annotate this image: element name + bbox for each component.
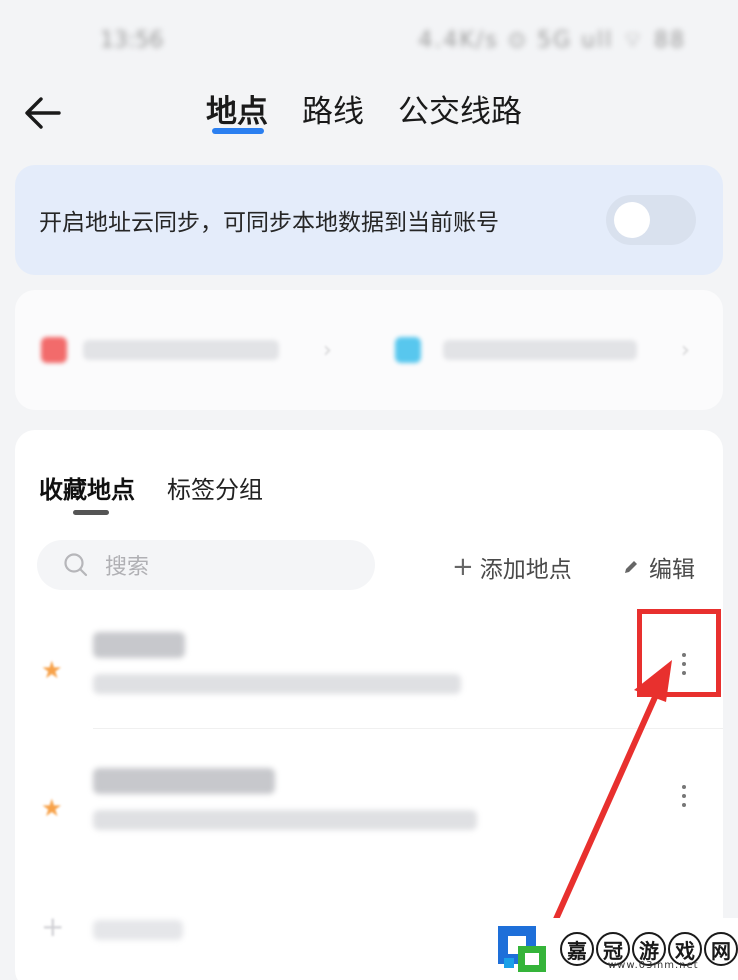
chevron-right-icon: › — [681, 337, 690, 363]
watermark: 嘉 冠 游 戏 网 www.03mm.net — [490, 918, 738, 980]
home-address-blurred — [83, 340, 279, 360]
status-icons: 4.4K/s ⊙ 5G ull ⌔ 88 — [418, 28, 686, 53]
subtab-tag-groups[interactable]: 标签分组 — [167, 470, 263, 505]
home-shortcut[interactable]: › — [41, 334, 332, 366]
favorite-item[interactable]: ★ — [15, 610, 723, 730]
cloud-sync-toggle[interactable] — [606, 195, 696, 245]
add-place-button[interactable]: + 添加地点 — [452, 550, 572, 584]
search-placeholder: 搜索 — [105, 555, 150, 580]
cloud-sync-text: 开启地址云同步，可同步本地数据到当前账号 — [39, 210, 499, 236]
subtab-favorite-places[interactable]: 收藏地点 — [39, 470, 135, 505]
work-shortcut[interactable]: › — [395, 334, 690, 366]
favorite-name-blurred — [93, 632, 185, 658]
status-bar: 13:56 4.4K/s ⊙ 5G ull ⌔ 88 — [0, 0, 738, 80]
plus-icon: + — [41, 910, 65, 943]
row-divider — [93, 728, 723, 729]
tab-routes[interactable]: 路线 — [302, 86, 364, 131]
more-options-button[interactable] — [669, 776, 699, 816]
watermark-url: www.03mm.net — [608, 960, 699, 971]
status-time: 13:56 — [100, 27, 164, 53]
favorite-address-blurred — [93, 810, 477, 830]
tab-bus-lines[interactable]: 公交线路 — [398, 86, 522, 131]
active-tab-indicator — [212, 128, 264, 134]
back-arrow-icon — [25, 97, 61, 129]
highlight-box — [637, 609, 721, 697]
top-nav: 地点 路线 公交线路 — [0, 80, 738, 150]
work-address-blurred — [443, 340, 637, 360]
work-icon — [395, 337, 421, 363]
shortcut-card: › › — [15, 290, 723, 410]
active-subtab-indicator — [73, 510, 109, 515]
pencil-icon — [625, 561, 637, 573]
edit-button[interactable]: 编辑 — [621, 550, 695, 584]
search-icon — [64, 553, 88, 577]
add-place-label: 添加地点 — [479, 557, 572, 583]
toggle-knob — [614, 202, 650, 238]
favorite-item[interactable]: ★ — [15, 748, 723, 868]
plus-icon: + — [452, 552, 474, 582]
edit-label: 编辑 — [649, 557, 695, 583]
tab-places[interactable]: 地点 — [206, 86, 268, 131]
favorite-address-blurred — [93, 674, 461, 694]
home-icon — [41, 337, 67, 363]
watermark-logo-icon — [498, 926, 546, 972]
chevron-right-icon: › — [323, 337, 332, 363]
cloud-sync-banner: 开启地址云同步，可同步本地数据到当前账号 — [15, 165, 723, 275]
favorite-name-blurred — [93, 768, 275, 794]
back-button[interactable] — [18, 88, 68, 138]
star-icon: ★ — [41, 794, 63, 822]
star-icon: ★ — [41, 656, 63, 684]
favorites-card: 收藏地点 标签分组 搜索 + 添加地点 编辑 ★ ★ + — [15, 430, 723, 980]
add-place-text-blurred — [93, 920, 183, 940]
search-input[interactable]: 搜索 — [37, 540, 375, 590]
